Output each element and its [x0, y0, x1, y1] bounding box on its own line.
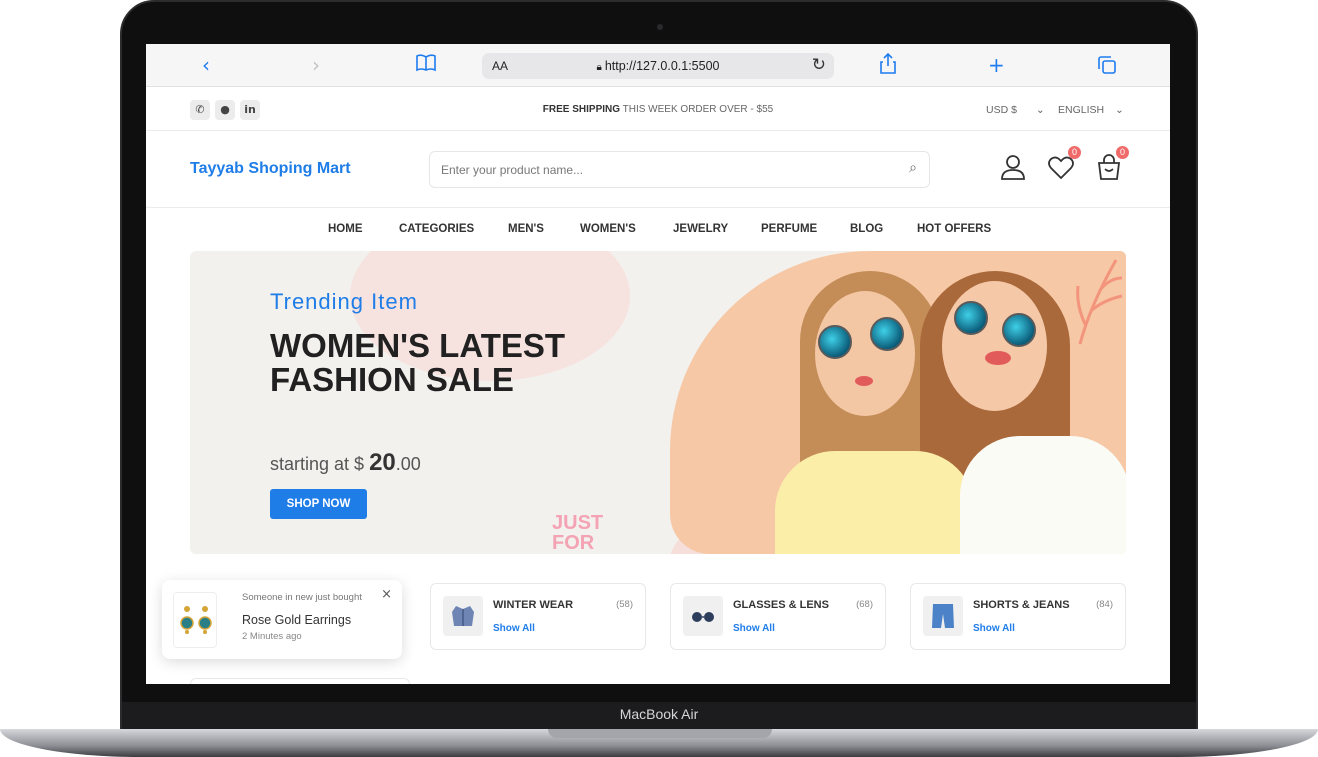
nav-jewelry[interactable]: JEWELRY	[673, 223, 728, 235]
sunglasses-icon	[1002, 313, 1036, 347]
sunglasses-icon	[954, 301, 988, 335]
nav-categories[interactable]: CATEGORIES	[399, 223, 474, 235]
hero-image	[942, 281, 1047, 411]
laptop-notch	[548, 729, 772, 738]
url-value: http://127.0.0.1:5500	[604, 59, 720, 73]
coral-icon	[1076, 259, 1123, 345]
site-header: Tayyab Shoping Mart ⌕ 0 0	[146, 132, 1170, 208]
category-name: GLASSES & LENS	[733, 599, 829, 611]
price-prefix: starting at $	[270, 454, 370, 474]
category-count: (68)	[856, 599, 873, 610]
main-nav: HOME CATEGORIES MEN'S WOMEN'S JEWELRY PE…	[146, 208, 1170, 250]
nav-mens[interactable]: MEN'S	[508, 223, 544, 235]
lock-icon: 🔒︎	[596, 62, 602, 73]
notification-time: 2 Minutes ago	[242, 631, 302, 642]
sunglasses-icon	[818, 325, 852, 359]
cart-icon[interactable]: 0	[1094, 146, 1129, 182]
shorts-icon	[923, 596, 963, 636]
wishlist-badge: 0	[1068, 146, 1081, 159]
show-all-link[interactable]: Show All	[493, 623, 535, 634]
sunglasses-icon	[870, 317, 904, 351]
category-count: (84)	[1096, 599, 1113, 610]
currency-value: USD $	[986, 104, 1017, 116]
hero-image	[855, 376, 873, 386]
tabs-icon[interactable]	[1098, 56, 1116, 78]
screen: ‹ › AA 🔒︎ http://127.0.0.1:5500 ↻ + ✆ ● i…	[146, 44, 1170, 684]
nav-womens[interactable]: WOMEN'S	[580, 223, 636, 235]
category-card[interactable]: WINTER WEAR (58) Show All	[430, 583, 646, 650]
browser-toolbar: ‹ › AA 🔒︎ http://127.0.0.1:5500 ↻ +	[146, 44, 1170, 87]
forward-icon[interactable]: ›	[312, 54, 320, 76]
category-name: WINTER WEAR	[493, 599, 574, 611]
search-input[interactable]	[441, 152, 881, 187]
search-icon[interactable]: ⌕	[909, 160, 917, 176]
hero-banner: Trending Item WOMEN'S LATEST FASHION SAL…	[190, 251, 1126, 554]
url-text: 🔒︎ http://127.0.0.1:5500	[482, 59, 834, 73]
nav-hot-offers[interactable]: HOT OFFERS	[917, 223, 991, 235]
shipping-rest: THIS WEEK ORDER OVER - $55	[620, 104, 774, 115]
chevron-down-icon: ⌄	[1115, 104, 1124, 116]
category-card[interactable]: GLASSES & LENS (68) Show All	[670, 583, 886, 650]
cart-badge: 0	[1116, 146, 1129, 159]
hero-image	[775, 451, 975, 554]
site-logo[interactable]: Tayyab Shoping Mart	[190, 160, 351, 178]
banner-title: WOMEN'S LATEST FASHION SALE	[270, 327, 566, 398]
banner-subtitle: Trending Item	[270, 289, 418, 314]
show-all-link[interactable]: Show All	[733, 623, 775, 634]
notification-product[interactable]: Rose Gold Earrings	[242, 613, 351, 627]
product-thumbnail	[173, 592, 217, 648]
hero-image	[985, 351, 1011, 365]
search-box: ⌕	[429, 151, 930, 188]
top-strip: ✆ ● in FREE SHIPPING THIS WEEK ORDER OVE…	[146, 88, 1170, 131]
earring-icon	[180, 606, 194, 634]
glasses-icon	[683, 596, 723, 636]
url-bar[interactable]: AA 🔒︎ http://127.0.0.1:5500 ↻	[482, 53, 834, 79]
purchase-notification: Someone in new just bought Rose Gold Ear…	[162, 580, 402, 659]
language-select[interactable]: ENGLISH ⌄	[1058, 104, 1124, 116]
close-icon[interactable]: ×	[381, 587, 392, 602]
category-count: (58)	[616, 599, 633, 610]
chevron-down-icon: ⌄	[1035, 104, 1045, 116]
hero-image	[960, 436, 1126, 554]
sidebar-stub	[190, 678, 410, 684]
nav-home[interactable]: HOME	[328, 223, 363, 235]
category-card[interactable]: SHORTS & JEANS (84) Show All	[910, 583, 1126, 650]
language-value: ENGLISH	[1058, 104, 1105, 116]
category-name: SHORTS & JEANS	[973, 599, 1070, 611]
user-icon[interactable]	[998, 152, 1028, 182]
shop-now-button[interactable]: SHOP NOW	[270, 489, 367, 519]
camera	[657, 24, 663, 30]
just-for-decor: JUST FOR	[552, 512, 604, 554]
notification-title: Someone in new just bought	[242, 592, 362, 603]
earring-icon	[198, 606, 212, 634]
show-all-link[interactable]: Show All	[973, 623, 1015, 634]
currency-select[interactable]: USD $ ⌄	[986, 104, 1045, 116]
reload-icon[interactable]: ↻	[812, 55, 826, 75]
banner-price: starting at $ 20.00	[270, 449, 421, 477]
nav-blog[interactable]: BLOG	[850, 223, 883, 235]
jacket-icon	[443, 596, 483, 636]
nav-perfume[interactable]: PERFUME	[761, 223, 817, 235]
price-cents: .00	[395, 454, 421, 474]
wishlist-icon[interactable]: 0	[1046, 146, 1081, 182]
shipping-bold: FREE SHIPPING	[542, 104, 621, 115]
model-label: MacBook Air	[619, 706, 699, 722]
back-icon[interactable]: ‹	[202, 54, 210, 76]
new-tab-icon[interactable]: +	[988, 54, 1005, 76]
price-main: 20	[369, 449, 396, 476]
bookmarks-icon[interactable]	[416, 54, 436, 76]
share-icon[interactable]	[879, 52, 897, 79]
